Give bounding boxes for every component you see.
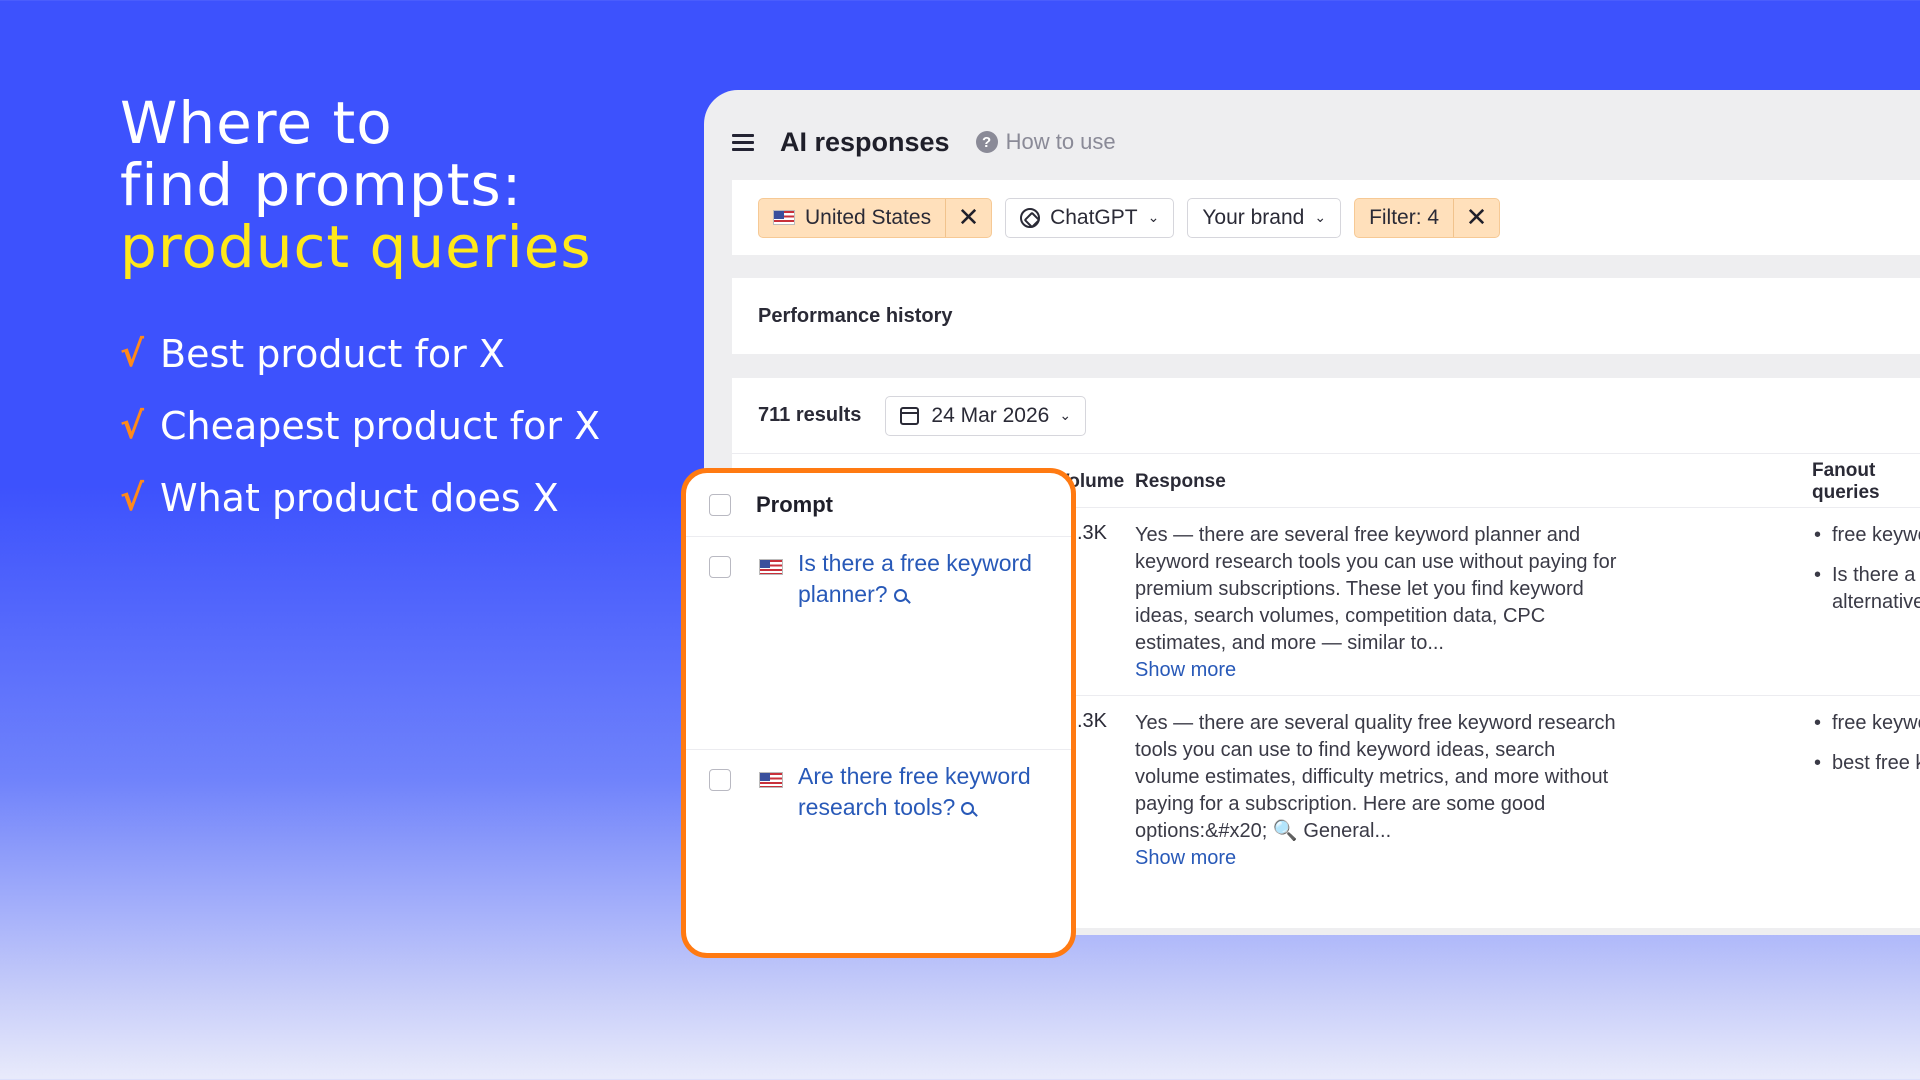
column-header-prompt[interactable]: Prompt	[756, 492, 833, 518]
filter-count-label: Filter: 4	[1369, 205, 1440, 229]
chevron-down-icon: ⌄	[1314, 209, 1327, 225]
fanout-list: free keyword planner planner Is there a …	[1812, 522, 1920, 629]
how-to-use-label: How to use	[1005, 129, 1116, 154]
brand-dropdown-label-wrap: Your brand ⌄	[1188, 206, 1340, 230]
brand-dropdown[interactable]: Your brand ⌄	[1187, 197, 1342, 238]
row-checkbox[interactable]	[709, 556, 731, 578]
brand-dropdown-label: Your brand	[1202, 205, 1305, 229]
promo-bullet: √ Best product for X	[120, 318, 680, 390]
promo-bullet-text: Cheapest product for X	[160, 404, 601, 448]
filter-bar: United States ✕ ChatGPT ⌄ Your brand ⌄ F…	[732, 180, 1920, 255]
prompt-link[interactable]: Is there a free keyword planner?	[798, 548, 1068, 610]
country-filter-label-wrap: United States	[759, 206, 945, 230]
prompt-column-header: Prompt	[686, 473, 1071, 537]
date-picker[interactable]: 24 Mar 2026 ⌄	[885, 395, 1087, 436]
filter-count-chip[interactable]: Filter: 4 ✕	[1354, 197, 1501, 238]
prompt-text: Are there free keyword research tools?	[798, 763, 1031, 820]
check-icon: √	[120, 477, 145, 519]
app-topbar: AI responses ? How to use	[732, 122, 1116, 162]
search-icon[interactable]	[893, 589, 907, 602]
promo-title: Where to find prompts: product queries	[120, 92, 680, 278]
country-filter-label: United States	[805, 205, 932, 229]
promo-title-line1: Where to	[120, 89, 393, 157]
chevron-down-icon: ⌄	[1059, 407, 1072, 423]
promo-bullet-text: Best product for X	[160, 332, 505, 376]
promo-title-accent: product queries	[120, 213, 592, 281]
show-more-link[interactable]: Show more	[1135, 657, 1625, 684]
fanout-list: free keyword research best free keyword …	[1812, 710, 1920, 790]
column-header-fanout[interactable]: Fanout queries	[1812, 456, 1920, 508]
menu-icon[interactable]	[732, 134, 754, 151]
search-icon[interactable]	[961, 802, 975, 815]
fanout-query[interactable]: best free keyword r	[1812, 750, 1920, 777]
response-cell: Yes — there are several quality free key…	[1135, 710, 1625, 872]
promo-bullet: √ Cheapest product for X	[120, 390, 680, 462]
fanout-query[interactable]: Is there a free keyword alternative to G…	[1812, 562, 1920, 616]
model-dropdown-label-wrap: ChatGPT ⌄	[1006, 206, 1173, 230]
promo-title-line2: find prompts:	[120, 151, 523, 219]
response-cell: Yes — there are several free keyword pla…	[1135, 522, 1625, 684]
check-icon: √	[120, 333, 145, 375]
performance-history-label: Performance history	[758, 304, 953, 327]
prompt-text: Is there a free keyword planner?	[798, 550, 1032, 607]
model-dropdown-label: ChatGPT	[1050, 205, 1138, 229]
performance-history-section[interactable]: Performance history	[732, 278, 1920, 354]
close-icon[interactable]: ✕	[945, 198, 991, 237]
promo-block: Where to find prompts: product queries √…	[120, 92, 680, 534]
promo-bullet: √ What product does X	[120, 462, 680, 534]
row-checkbox[interactable]	[709, 769, 731, 791]
results-count: 711 results	[758, 404, 862, 426]
prompt-cell: Are there free keyword research tools?	[686, 751, 1071, 951]
flag-us-icon	[773, 210, 795, 225]
prompt-cell: Is there a free keyword planner?	[686, 538, 1071, 750]
country-filter-chip[interactable]: United States ✕	[758, 197, 993, 238]
prompt-link[interactable]: Are there free keyword research tools?	[798, 761, 1068, 823]
flag-us-icon	[759, 559, 783, 575]
show-more-link[interactable]: Show more	[1135, 845, 1625, 872]
openai-icon	[1020, 207, 1041, 228]
response-text: Yes — there are several free keyword pla…	[1135, 524, 1617, 654]
chevron-down-icon: ⌄	[1147, 209, 1160, 225]
results-toolbar: 711 results 24 Mar 2026 ⌄	[732, 378, 1920, 454]
prompt-column-highlight: Prompt Is there a free keyword planner? …	[681, 468, 1076, 958]
page-title: AI responses	[780, 126, 950, 157]
promo-bullet-text: What product does X	[160, 476, 559, 520]
column-header-response[interactable]: Response	[1135, 456, 1226, 508]
flag-us-icon	[759, 772, 783, 788]
fanout-query[interactable]: free keyword planner planner	[1812, 522, 1920, 549]
response-text: Yes — there are several quality free key…	[1135, 712, 1616, 842]
promo-bullets: √ Best product for X √ Cheapest product fo…	[120, 318, 680, 534]
model-dropdown[interactable]: ChatGPT ⌄	[1005, 197, 1175, 238]
calendar-icon	[900, 406, 920, 425]
date-picker-label: 24 Mar 2026	[931, 403, 1050, 427]
how-to-use-link[interactable]: ? How to use	[975, 129, 1116, 155]
help-icon: ?	[975, 131, 998, 153]
select-all-checkbox[interactable]	[709, 493, 731, 516]
check-icon: √	[120, 405, 145, 447]
fanout-query[interactable]: free keyword research	[1812, 710, 1920, 737]
close-icon[interactable]: ✕	[1453, 198, 1499, 237]
